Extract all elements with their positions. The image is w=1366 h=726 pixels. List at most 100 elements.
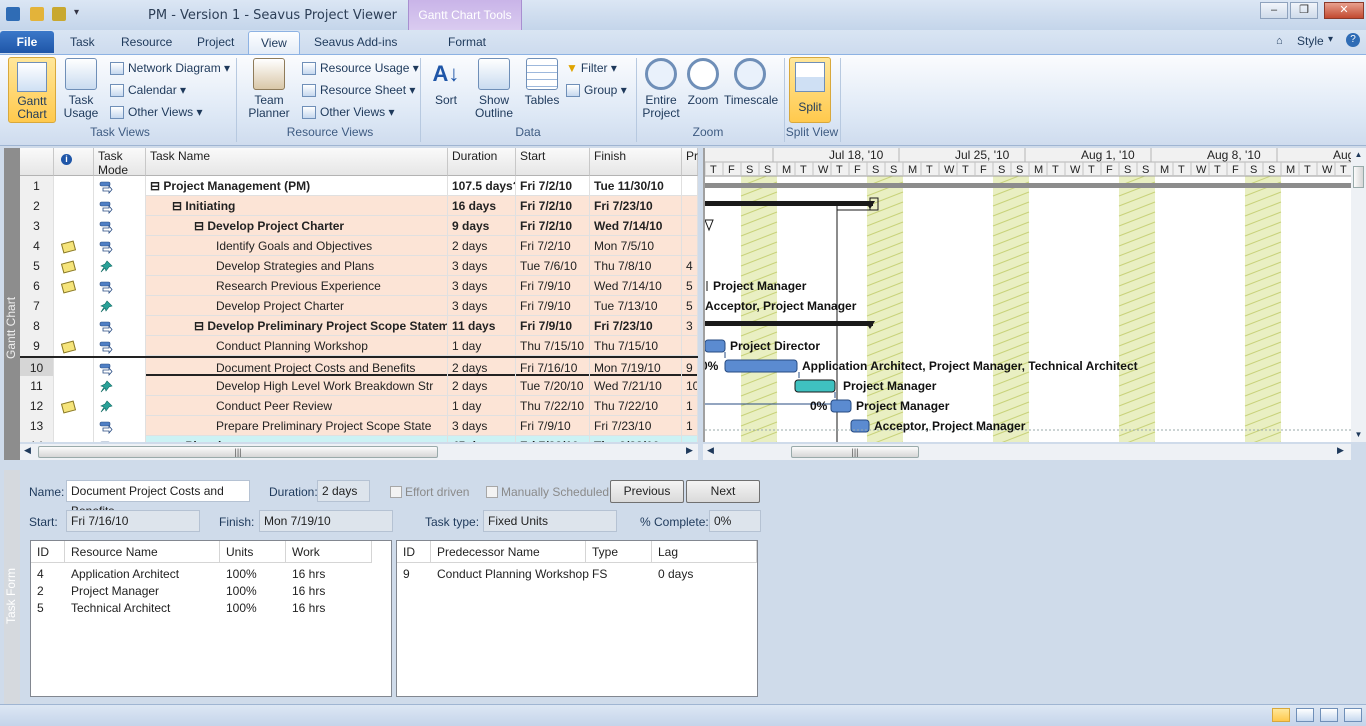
- previous-button[interactable]: Previous: [610, 480, 684, 503]
- finish-header[interactable]: Finish: [590, 148, 682, 176]
- task-mode-cell[interactable]: [94, 376, 146, 396]
- other-views-button[interactable]: Other Views ▾: [110, 102, 203, 122]
- finish-cell[interactable]: Thu 7/22/10: [590, 396, 682, 416]
- show-outline-button[interactable]: Show Outline: [468, 58, 520, 120]
- row-id[interactable]: 9: [20, 336, 54, 356]
- predecessors-cell[interactable]: [682, 196, 698, 216]
- restore-button[interactable]: ❐: [1290, 2, 1318, 19]
- task-name-cell[interactable]: ⊟ Initiating: [146, 196, 448, 216]
- task-row[interactable]: 12 Conduct Peer Review 1 day Thu 7/22/10 Thu…: [20, 396, 698, 416]
- task-mode-cell[interactable]: [94, 276, 146, 296]
- gantt-chart[interactable]: Jul 18, '10 Jul 25, '10 Aug 1, '10 Aug 8, '…: [703, 148, 1351, 442]
- tab-seavus-add-ins[interactable]: Seavus Add-ins: [302, 31, 409, 54]
- task-mode-cell[interactable]: [94, 396, 146, 416]
- open-icon[interactable]: [30, 7, 44, 21]
- note-icon[interactable]: [60, 240, 77, 254]
- manually-scheduled-checkbox[interactable]: Manually Scheduled: [486, 485, 609, 499]
- task-mode-cell[interactable]: [94, 216, 146, 236]
- gantt-view-shortcut-icon[interactable]: [1272, 708, 1290, 722]
- name-field[interactable]: Document Project Costs and Benefits: [66, 480, 250, 518]
- row-id[interactable]: 10: [20, 358, 54, 378]
- next-button[interactable]: Next: [686, 480, 760, 503]
- group-button[interactable]: Group ▾: [566, 80, 627, 100]
- scroll-left-icon[interactable]: ◀: [707, 445, 714, 456]
- row-id[interactable]: 11: [20, 376, 54, 396]
- task-row[interactable]: 7 Develop Project Charter 3 days Fri 7/9/10…: [20, 296, 698, 316]
- scroll-left-icon[interactable]: ◀: [24, 445, 31, 456]
- start-cell[interactable]: Fri 7/9/10: [516, 296, 590, 316]
- predecessors-cell[interactable]: 10: [682, 376, 698, 396]
- resources-grid[interactable]: ID Resource Name Units Work 4 Application…: [30, 540, 392, 697]
- duration-cell[interactable]: 11 days: [448, 316, 516, 336]
- resource-sheet-shortcut-icon[interactable]: [1344, 708, 1362, 722]
- lag-header[interactable]: Lag: [652, 541, 757, 563]
- qat-dropdown-icon[interactable]: ▾: [74, 7, 79, 18]
- resource-cell[interactable]: 100%: [220, 566, 257, 583]
- duration-field[interactable]: 2 days: [317, 480, 370, 502]
- task-row[interactable]: 9 Conduct Planning Workshop 1 day Thu 7/15/…: [20, 336, 698, 356]
- row-id[interactable]: 6: [20, 276, 54, 296]
- predecessors-cell[interactable]: 9: [682, 358, 698, 378]
- task-row[interactable]: 1 ⊟ Project Management (PM) 107.5 days? Fri…: [20, 176, 698, 196]
- style-dropdown-icon[interactable]: ▾: [1328, 34, 1333, 45]
- task-name-cell[interactable]: Prepare Preliminary Project Scope State: [146, 416, 448, 436]
- row-id[interactable]: 14: [20, 436, 54, 442]
- start-cell[interactable]: Fri 7/9/10: [516, 316, 590, 336]
- resource-cell[interactable]: Technical Architect: [65, 600, 170, 617]
- duration-cell[interactable]: 2 days: [448, 376, 516, 396]
- duration-cell[interactable]: 3 days: [448, 256, 516, 276]
- tables-button[interactable]: Tables: [522, 58, 562, 107]
- start-cell[interactable]: Fri 7/16/10: [516, 358, 590, 378]
- finish-cell[interactable]: Wed 7/21/10: [590, 376, 682, 396]
- start-cell[interactable]: Tue 7/20/10: [516, 376, 590, 396]
- task-name-cell[interactable]: Develop Project Charter: [146, 296, 448, 316]
- finish-cell[interactable]: Fri 7/23/10: [590, 416, 682, 436]
- finish-cell[interactable]: Mon 7/5/10: [590, 236, 682, 256]
- start-cell[interactable]: Thu 7/15/10: [516, 336, 590, 356]
- task-mode-cell[interactable]: [94, 296, 146, 316]
- note-icon[interactable]: [60, 260, 77, 274]
- resource-cell[interactable]: 100%: [220, 600, 257, 617]
- task-usage-button[interactable]: Task Usage: [60, 58, 102, 120]
- gantt-horizontal-scrollbar[interactable]: ◀ ||| ▶: [703, 444, 1351, 460]
- resource-cell[interactable]: 2: [31, 583, 44, 600]
- scroll-thumb[interactable]: |||: [38, 446, 438, 458]
- team-planner-shortcut-icon[interactable]: [1320, 708, 1338, 722]
- duration-header[interactable]: Duration: [448, 148, 516, 176]
- start-cell[interactable]: Fri 7/2/10: [516, 216, 590, 236]
- resource-cell[interactable]: 16 hrs: [286, 566, 325, 583]
- task-name-cell[interactable]: Conduct Peer Review: [146, 396, 448, 416]
- start-header[interactable]: Start: [516, 148, 590, 176]
- sort-button[interactable]: A↓ Sort: [426, 58, 466, 107]
- filter-button[interactable]: ▼ Filter ▾: [566, 58, 617, 78]
- scroll-right-icon[interactable]: ▶: [686, 445, 693, 456]
- predecessor-cell[interactable]: FS: [586, 566, 607, 583]
- task-mode-cell[interactable]: [94, 358, 146, 378]
- note-icon[interactable]: [60, 280, 77, 294]
- units-header[interactable]: Units: [220, 541, 286, 563]
- duration-cell[interactable]: 2 days: [448, 358, 516, 378]
- predecessor-cell[interactable]: 0 days: [652, 566, 693, 583]
- predecessor-cell[interactable]: 9: [397, 566, 410, 583]
- predecessors-cell[interactable]: [682, 336, 698, 356]
- tab-format[interactable]: Format: [436, 31, 498, 54]
- select-all-header[interactable]: [20, 148, 54, 176]
- duration-cell[interactable]: 3 days: [448, 416, 516, 436]
- calendar-button[interactable]: Calendar ▾: [110, 80, 186, 100]
- row-id[interactable]: 5: [20, 256, 54, 276]
- resource-id-header[interactable]: ID: [31, 541, 65, 563]
- resource-cell[interactable]: 100%: [220, 583, 257, 600]
- entire-project-button[interactable]: Entire Project: [640, 58, 682, 120]
- predecessors-cell[interactable]: [682, 436, 698, 442]
- tab-file[interactable]: File: [0, 31, 54, 53]
- row-id[interactable]: 12: [20, 396, 54, 416]
- scroll-right-icon[interactable]: ▶: [1337, 445, 1344, 456]
- duration-cell[interactable]: 45 days: [448, 436, 516, 442]
- scroll-thumb[interactable]: |||: [791, 446, 919, 458]
- finish-cell[interactable]: Mon 7/19/10: [590, 358, 682, 378]
- task-row[interactable]: 10 Document Project Costs and Benefits 2 d…: [20, 356, 698, 378]
- tab-view[interactable]: View: [248, 31, 300, 54]
- resource-cell[interactable]: Application Architect: [65, 566, 179, 583]
- style-menu[interactable]: Style: [1297, 34, 1324, 48]
- zoom-button[interactable]: Zoom: [684, 58, 722, 107]
